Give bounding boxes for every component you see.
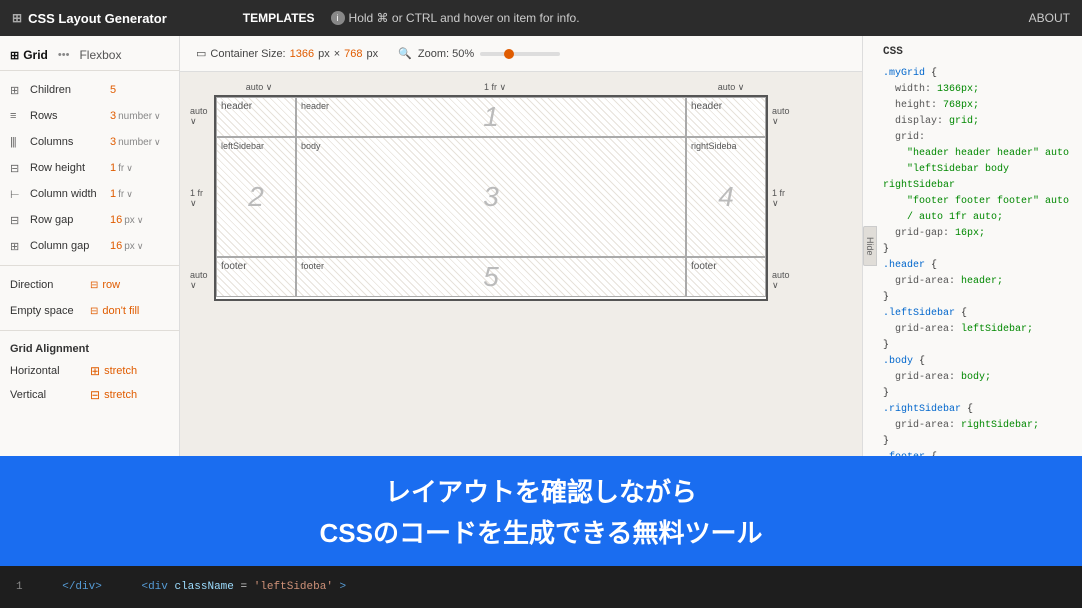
banner-line1: レイアウトを確認しながら	[385, 472, 697, 509]
rows-arrow: ∨	[154, 111, 161, 122]
right-panel: Hide CSS .myGrid { width: 1366px; height…	[862, 36, 1082, 456]
vertical-align-row: Vertical ⊟ stretch	[10, 383, 169, 407]
v-align-icon: ⊟	[90, 388, 100, 402]
top-nav: TEMPLATES i Hold ⌘ or CTRL and hover on …	[243, 11, 580, 25]
banner: レイアウトを確認しながら CSSのコードを生成できる無料ツール	[0, 456, 1082, 566]
zoom-slider[interactable]	[480, 52, 560, 56]
grid-tab-icon: ⊞	[10, 49, 19, 62]
bottom-code-area: 1 </div> <div className = 'leftSideba' >	[0, 566, 1082, 608]
direction-row: Direction ⊟ row	[0, 272, 179, 298]
cg-arrow: ∨	[137, 241, 144, 252]
top-bar: ⊞ CSS Layout Generator TEMPLATES i Hold …	[0, 0, 1082, 36]
tab-grid[interactable]: ⊞ Grid	[10, 48, 48, 62]
cell-body[interactable]: body 3	[296, 137, 686, 257]
right-ruler-row2[interactable]: 1 fr ∨	[772, 137, 792, 259]
empty-space-icon: ⊟	[90, 306, 98, 317]
ruler-top-segments: auto ∨ 1 fr ∨ auto ∨	[218, 82, 772, 93]
prop-row-height: ⊟ Row height 1 fr ∨	[0, 155, 179, 181]
ruler-col2[interactable]: 1 fr ∨	[300, 82, 690, 93]
cell-footer2[interactable]: footer 5	[296, 257, 686, 297]
zoom-thumb[interactable]	[504, 49, 514, 59]
code-line: 1 </div> <div className = 'leftSideba' >	[16, 581, 346, 593]
ruler-col1[interactable]: auto ∨	[218, 82, 300, 93]
css-title: CSS	[883, 44, 1074, 62]
canvas-content: auto ∨ 1 fr ∨ auto ∨ auto ∨	[180, 72, 862, 311]
cell-left[interactable]: leftSidebar 2	[216, 137, 296, 257]
prop-col-width: ⊢ Column width 1 fr ∨	[0, 181, 179, 207]
top-ruler: auto ∨ 1 fr ∨ auto ∨	[214, 82, 852, 93]
prop-children: ⊞ Children 5	[0, 77, 179, 103]
row-gap-icon: ⊟	[10, 214, 30, 227]
col-gap-icon: ⊞	[10, 240, 30, 253]
prop-columns: ||| Columns 3 number ∨	[0, 129, 179, 155]
left-ruler: auto ∨ 1 fr ∨ auto ∨	[190, 95, 214, 301]
css-panel: CSS .myGrid { width: 1366px; height: 768…	[863, 36, 1082, 456]
rows-icon: ≡	[10, 110, 30, 122]
grid-alignment-section: Grid Alignment Horizontal ⊞ stretch Vert…	[0, 337, 179, 411]
ruler-row3[interactable]: auto ∨	[190, 259, 210, 301]
templates-btn[interactable]: TEMPLATES	[243, 11, 315, 25]
prop-rows: ≡ Rows 3 number ∨	[0, 103, 179, 129]
left-panel: ⊞ Grid ••• Flexbox ⊞ Children 5 ≡ Rows 3…	[0, 36, 180, 456]
info-text: i Hold ⌘ or CTRL and hover on item for i…	[331, 11, 580, 25]
children-icon: ⊞	[10, 84, 30, 97]
columns-icon: |||	[10, 136, 30, 148]
cell-footer1[interactable]: footer	[216, 257, 296, 297]
col-width-icon: ⊢	[10, 188, 30, 201]
grid-align-title: Grid Alignment	[10, 343, 169, 355]
hide-button[interactable]: Hide	[863, 226, 877, 266]
prop-col-gap: ⊞ Column gap 16 px ∨	[0, 233, 179, 259]
app-title: ⊞ CSS Layout Generator	[12, 11, 167, 26]
css-code: .myGrid { width: 1366px; height: 768px; …	[883, 66, 1074, 456]
prop-row-gap: ⊟ Row gap 16 px ∨	[0, 207, 179, 233]
ruler-row2[interactable]: 1 fr ∨	[190, 137, 210, 259]
cell-header2[interactable]: header 1	[296, 97, 686, 137]
tab-separator: •••	[58, 49, 70, 61]
banner-line2: CSSのコードを生成できる無料ツール	[320, 513, 763, 550]
zoom-icon: 🔍	[398, 47, 412, 60]
cols-arrow: ∨	[154, 137, 161, 148]
cell-right[interactable]: rightSideba 4	[686, 137, 766, 257]
tab-flexbox[interactable]: Flexbox	[79, 48, 121, 62]
app-icon: ⊞	[12, 11, 22, 25]
right-ruler-row3[interactable]: auto ∨	[772, 259, 792, 301]
right-ruler: auto ∨ 1 fr ∨ auto ∨	[768, 95, 792, 301]
row-height-icon: ⊟	[10, 162, 30, 175]
info-icon: i	[331, 11, 345, 25]
section-divider	[0, 265, 179, 266]
cell-header3[interactable]: header	[686, 97, 766, 137]
cell-footer3[interactable]: footer	[686, 257, 766, 297]
zoom-control: 🔍 Zoom: 50%	[398, 47, 560, 60]
rh-arrow: ∨	[126, 163, 133, 174]
cell-header1[interactable]: header	[216, 97, 296, 137]
horizontal-align-row: Horizontal ⊞ stretch	[10, 359, 169, 383]
section-divider-2	[0, 330, 179, 331]
grid-with-ruler: auto ∨ 1 fr ∨ auto ∨ header	[190, 95, 852, 301]
direction-icon: ⊟	[90, 280, 98, 291]
cw-arrow: ∨	[126, 189, 133, 200]
empty-space-row: Empty space ⊟ don't fill	[0, 298, 179, 324]
canvas-area: ▭ Container Size: 1366 px × 768 px 🔍 Zoo…	[180, 36, 862, 456]
tab-row: ⊞ Grid ••• Flexbox	[0, 44, 179, 71]
canvas-toolbar: ▭ Container Size: 1366 px × 768 px 🔍 Zoo…	[180, 36, 862, 72]
right-ruler-row1[interactable]: auto ∨	[772, 95, 792, 137]
container-size: ▭ Container Size: 1366 px × 768 px	[196, 47, 378, 60]
ruler-col3[interactable]: auto ∨	[690, 82, 772, 93]
grid-container: header header 1 header leftSidebar 2	[214, 95, 768, 301]
rg-arrow: ∨	[137, 215, 144, 226]
h-align-icon: ⊞	[90, 364, 100, 378]
about-btn[interactable]: ABOUT	[1029, 11, 1070, 25]
main-layout: ⊞ Grid ••• Flexbox ⊞ Children 5 ≡ Rows 3…	[0, 36, 1082, 456]
ruler-row1[interactable]: auto ∨	[190, 95, 210, 137]
container-icon: ▭	[196, 47, 206, 60]
